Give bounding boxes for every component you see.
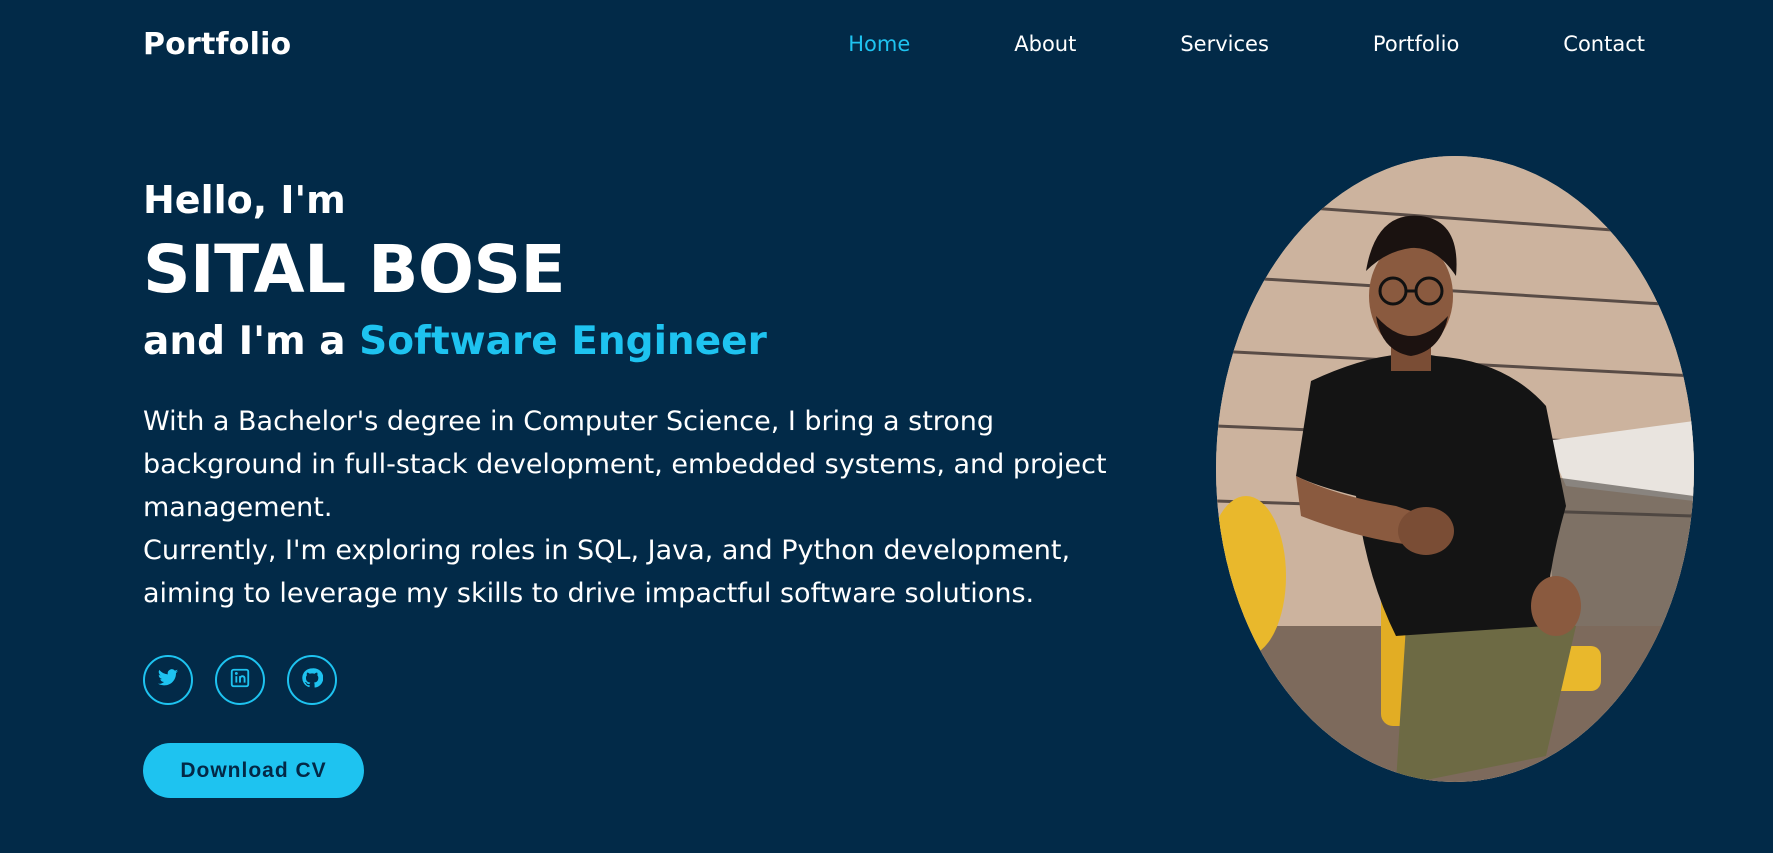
github-link[interactable] [287, 655, 337, 705]
nav-portfolio[interactable]: Portfolio [1373, 32, 1459, 56]
logo[interactable]: Portfolio [143, 27, 291, 62]
nav-about[interactable]: About [1014, 32, 1076, 56]
github-icon [301, 667, 324, 693]
linkedin-link[interactable] [215, 655, 265, 705]
hero-section: Hello, I'm SITAL BOSE and I'm a Software… [143, 172, 1143, 798]
twitter-icon [157, 667, 179, 693]
twitter-link[interactable] [143, 655, 193, 705]
profile-photo [1216, 156, 1694, 782]
page: Portfolio Home About Services Portfolio … [0, 0, 1773, 853]
social-links [143, 655, 1143, 705]
bio-paragraph-1: With a Bachelor's degree in Computer Sci… [143, 406, 1107, 523]
nav-contact[interactable]: Contact [1563, 32, 1645, 56]
role-prefix: and I'm a [143, 319, 360, 364]
role-title: Software Engineer [359, 319, 767, 364]
download-cv-button[interactable]: Download CV [143, 743, 364, 798]
site-header: Portfolio Home About Services Portfolio … [143, 20, 1645, 68]
role-line: and I'm a Software Engineer [143, 314, 1143, 370]
nav-home[interactable]: Home [848, 32, 910, 56]
greeting: Hello, I'm [143, 178, 346, 222]
main-nav: Home About Services Portfolio Contact [848, 32, 1645, 56]
nav-services[interactable]: Services [1180, 32, 1269, 56]
bio-paragraph-2: Currently, I'm exploring roles in SQL, J… [143, 535, 1071, 609]
bio: With a Bachelor's degree in Computer Sci… [143, 400, 1123, 615]
hero-name: SITAL BOSE [143, 231, 566, 308]
linkedin-icon [229, 667, 251, 693]
